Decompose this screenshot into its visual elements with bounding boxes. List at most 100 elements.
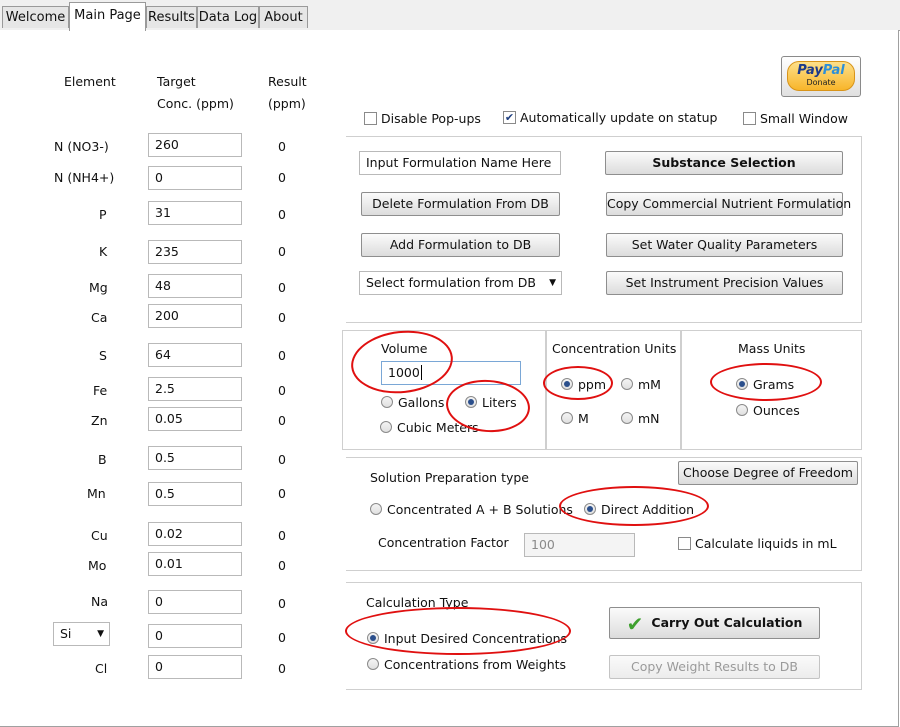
result-value: 0 <box>278 452 286 467</box>
element-label: Cu <box>91 528 108 543</box>
element-label: Zn <box>91 413 108 428</box>
disable-popups-checkbox[interactable] <box>364 112 377 125</box>
degree-of-freedom-button[interactable]: Choose Degree of Freedom <box>678 461 858 485</box>
liquids-ml-label: Calculate liquids in mL <box>695 536 837 551</box>
target-input[interactable]: 48 <box>148 274 242 298</box>
element-label: N (NO3-) <box>54 139 109 154</box>
water-quality-button[interactable]: Set Water Quality Parameters <box>606 233 843 257</box>
direct-addition-radio[interactable] <box>584 503 596 515</box>
concentration-units-label: Concentration Units <box>552 341 677 356</box>
result-value: 0 <box>278 558 286 573</box>
tab-welcome[interactable]: Welcome <box>2 6 69 28</box>
target-header-unit: Conc. (ppm) <box>157 96 234 111</box>
concentrations-weights-label: Concentrations from Weights <box>384 657 567 672</box>
chevron-down-icon: ▼ <box>97 629 104 639</box>
ounces-label: Ounces <box>753 403 800 418</box>
target-input[interactable]: 235 <box>148 240 242 264</box>
delete-formulation-button[interactable]: Delete Formulation From DB <box>361 192 560 216</box>
element-header: Element <box>64 74 116 89</box>
concentration-factor-input[interactable]: 100 <box>524 533 635 557</box>
desired-concentrations-radio[interactable] <box>367 632 379 644</box>
ppm-radio[interactable] <box>561 378 573 390</box>
target-input[interactable]: 64 <box>148 343 242 367</box>
molar-label: M <box>578 411 589 426</box>
liters-radio[interactable] <box>465 396 477 408</box>
target-input[interactable]: 0.5 <box>148 446 242 470</box>
copy-weight-results-button[interactable]: Copy Weight Results to DB <box>609 655 820 679</box>
copy-commercial-formulation-button[interactable]: Copy Commercial Nutrient Formulation <box>606 192 851 216</box>
element-label: Mg <box>89 280 108 295</box>
result-header: Result <box>268 74 307 89</box>
element-label: P <box>99 207 107 222</box>
tab-results[interactable]: Results <box>146 6 197 28</box>
element-label: Mo <box>88 558 107 573</box>
element-select-value: Si <box>60 626 72 641</box>
result-value: 0 <box>278 486 286 501</box>
result-value: 0 <box>278 280 286 295</box>
element-label: N (NH4+) <box>54 170 115 185</box>
paypal-donate-button[interactable]: PayPal Donate <box>781 56 861 97</box>
concentrations-weights-radio[interactable] <box>367 658 379 670</box>
paypal-logo: PayPal Donate <box>787 61 855 91</box>
result-value: 0 <box>278 596 286 611</box>
direct-addition-label: Direct Addition <box>601 502 695 517</box>
instrument-precision-button[interactable]: Set Instrument Precision Values <box>606 271 843 295</box>
volume-label: Volume <box>381 341 428 356</box>
mm-radio[interactable] <box>621 378 633 390</box>
target-input[interactable]: 200 <box>148 304 242 328</box>
formulation-name-input[interactable]: Input Formulation Name Here <box>359 151 561 175</box>
formulation-select[interactable]: Select formulation from DB ▼ <box>359 271 562 295</box>
target-input[interactable]: 0.5 <box>148 482 242 506</box>
concentrated-ab-radio[interactable] <box>370 503 382 515</box>
concentration-factor-label: Concentration Factor <box>378 535 509 550</box>
result-value: 0 <box>278 310 286 325</box>
result-value: 0 <box>278 170 286 185</box>
tab-main-page[interactable]: Main Page <box>69 2 146 31</box>
substance-selection-button[interactable]: Substance Selection <box>605 151 843 175</box>
gallons-label: Gallons <box>398 395 445 410</box>
auto-update-checkbox[interactable]: ✔ <box>503 111 516 124</box>
tab-data-log[interactable]: Data Log <box>197 6 259 28</box>
target-input[interactable]: 0 <box>148 166 242 190</box>
small-window-checkbox[interactable] <box>743 112 756 125</box>
add-formulation-button[interactable]: Add Formulation to DB <box>361 233 560 257</box>
liquids-ml-checkbox[interactable] <box>678 537 691 550</box>
result-value: 0 <box>278 348 286 363</box>
liters-label: Liters <box>482 395 517 410</box>
grams-radio[interactable] <box>736 378 748 390</box>
molar-radio[interactable] <box>561 412 573 424</box>
desired-concentrations-label: Input Desired Concentrations <box>384 631 568 646</box>
concentrated-ab-label: Concentrated A + B Solutions <box>387 502 573 517</box>
carry-out-calculation-button[interactable]: ✔ Carry Out Calculation <box>609 607 820 639</box>
small-window-label: Small Window <box>760 111 848 126</box>
target-input[interactable]: 0.01 <box>148 552 242 576</box>
target-input[interactable]: 260 <box>148 133 242 157</box>
target-input[interactable]: 0 <box>148 590 242 614</box>
ounces-radio[interactable] <box>736 404 748 416</box>
target-input[interactable]: 0.05 <box>148 407 242 431</box>
element-label: K <box>99 244 108 259</box>
chevron-down-icon: ▼ <box>549 278 556 288</box>
result-value: 0 <box>278 528 286 543</box>
mn-radio[interactable] <box>621 412 633 424</box>
paypal-brand-2: Pal <box>822 63 845 78</box>
target-input[interactable]: 0 <box>148 655 242 679</box>
mm-label: mM <box>638 377 661 392</box>
result-value: 0 <box>278 139 286 154</box>
target-input[interactable]: 31 <box>148 201 242 225</box>
target-input[interactable]: 0 <box>148 624 242 648</box>
gallons-radio[interactable] <box>381 396 393 408</box>
target-input[interactable]: 2.5 <box>148 377 242 401</box>
check-icon: ✔ <box>626 611 644 636</box>
element-label: B <box>98 452 107 467</box>
target-input[interactable]: 0.02 <box>148 522 242 546</box>
target-header: Target <box>157 74 196 89</box>
cubic-meters-radio[interactable] <box>380 421 392 433</box>
result-value: 0 <box>278 244 286 259</box>
solution-preparation-label: Solution Preparation type <box>370 470 530 485</box>
element-select[interactable]: Si ▼ <box>53 622 110 646</box>
tab-about[interactable]: About <box>259 6 308 28</box>
paypal-donate-label: Donate <box>806 78 836 87</box>
result-value: 0 <box>278 413 286 428</box>
volume-input[interactable]: 1000 <box>381 361 521 385</box>
